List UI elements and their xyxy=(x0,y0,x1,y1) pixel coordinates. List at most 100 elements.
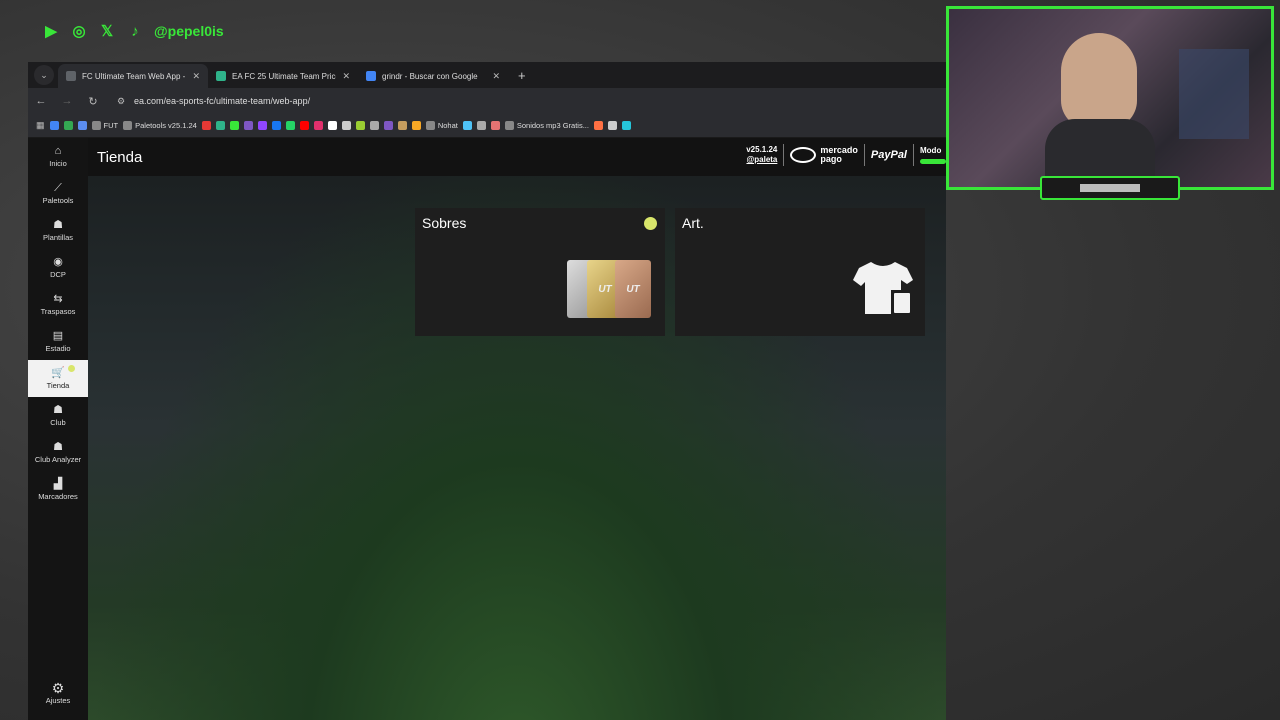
bookmark-item[interactable] xyxy=(490,121,500,130)
sidebar-item-label: Paletools xyxy=(42,196,74,205)
mercadopago-link[interactable]: mercado pago xyxy=(790,146,858,164)
bookmark-favicon xyxy=(327,121,337,130)
browser-tab[interactable]: grindr - Buscar con Google ✕ xyxy=(358,64,508,88)
paletools-icon: ⟋ xyxy=(54,182,62,194)
bookmark-item[interactable] xyxy=(257,121,267,130)
gear-icon: ⚙ xyxy=(51,680,65,696)
forward-icon[interactable]: → xyxy=(60,95,74,107)
sponsors: v25.1.24 @paleta mercado pago PayPal Mod… xyxy=(746,144,946,166)
bookmark-label: Paletools v25.1.24 xyxy=(135,121,197,130)
sidebar-item-paletools[interactable]: ⟋ Paletools xyxy=(28,175,88,212)
bookmark-item[interactable] xyxy=(49,121,59,130)
bookmark-item[interactable] xyxy=(341,121,351,130)
bookmark-item[interactable] xyxy=(355,121,365,130)
bookmark-item[interactable] xyxy=(383,121,393,130)
bookmark-favicon xyxy=(504,121,514,130)
sidebar-item-traspasos[interactable]: ⇆ Traspasos xyxy=(28,286,88,323)
bookmark-favicon xyxy=(593,121,603,130)
bookmark-item[interactable] xyxy=(327,121,337,130)
sidebar-item-label: Ajustes xyxy=(45,696,71,705)
sidebar-item-dcp[interactable]: ◉ DCP xyxy=(28,249,88,286)
paypal-link[interactable]: PayPal xyxy=(871,149,907,161)
bookmark-item[interactable]: FUT xyxy=(91,121,118,130)
page-title: Tienda xyxy=(97,148,143,166)
bookmark-favicon xyxy=(355,121,365,130)
new-tab-icon[interactable]: + xyxy=(508,68,536,88)
packs-icon: UT UT xyxy=(567,260,651,320)
webcam-background-object xyxy=(1179,49,1249,139)
bookmark-item[interactable] xyxy=(369,121,379,130)
apps-icon[interactable]: ▦ xyxy=(36,120,45,131)
bookmark-favicon xyxy=(201,121,211,130)
streamer-nameplate xyxy=(1040,176,1180,200)
youtube-icon: ▶ xyxy=(45,23,57,40)
bookmark-item[interactable] xyxy=(299,121,309,130)
bookmark-favicon xyxy=(621,121,631,130)
browser-window: ⌄ FC Ultimate Team Web App - E ✕ EA FC 25 … xyxy=(28,62,946,720)
social-links: ▶ ◎ 𝕏 ♪ @pepel0is xyxy=(40,20,223,42)
mp-line2: pago xyxy=(820,154,842,164)
bookmark-item[interactable] xyxy=(621,121,631,130)
reload-icon[interactable]: ↻ xyxy=(86,95,100,108)
close-icon[interactable]: ✕ xyxy=(492,71,500,82)
bookmark-item[interactable] xyxy=(229,121,239,130)
sidebar-item-club-analyzer[interactable]: ☗ Club Analyzer xyxy=(28,434,88,471)
back-icon[interactable]: ← xyxy=(34,95,48,107)
mode-toggle[interactable]: Modo xyxy=(920,146,946,164)
bookmark-item[interactable] xyxy=(313,121,323,130)
browser-tab[interactable]: FC Ultimate Team Web App - E ✕ xyxy=(58,64,208,88)
main-content: Tienda v25.1.24 @paleta mercado pago Pay… xyxy=(88,138,946,720)
sidebar-item-label: Inicio xyxy=(49,159,67,168)
bookmark-favicon xyxy=(411,121,421,130)
bookmark-item[interactable] xyxy=(411,121,421,130)
bookmark-item[interactable]: Sonidos mp3 Gratis... xyxy=(504,121,589,130)
tab-search-icon[interactable]: ⌄ xyxy=(34,65,54,85)
sidebar-item-label: DCP xyxy=(50,270,66,279)
bookmark-favicon xyxy=(123,121,133,130)
bookmark-item[interactable]: Nohat xyxy=(425,121,458,130)
bookmark-favicon xyxy=(49,121,59,130)
bookmark-item[interactable] xyxy=(215,121,225,130)
bookmark-item[interactable] xyxy=(201,121,211,130)
bookmark-item[interactable] xyxy=(607,121,617,130)
tab-favicon xyxy=(366,71,376,81)
tab-favicon xyxy=(216,71,226,81)
close-icon[interactable]: ✕ xyxy=(342,71,350,82)
bookmark-item[interactable] xyxy=(271,121,281,130)
tab-title: EA FC 25 Ultimate Team Prices, xyxy=(232,71,337,81)
bookmark-favicon xyxy=(425,121,435,130)
bookmark-favicon xyxy=(299,121,309,130)
bookmark-favicon xyxy=(397,121,407,130)
bookmark-item[interactable] xyxy=(77,121,87,130)
sidebar-item-inicio[interactable]: ⌂ Inicio xyxy=(28,138,88,175)
bookmark-favicon xyxy=(243,121,253,130)
bookmark-item[interactable] xyxy=(476,121,486,130)
bookmark-item[interactable] xyxy=(593,121,603,130)
bookmark-item[interactable] xyxy=(462,121,472,130)
url-field[interactable]: ⚙ ea.com/ea-sports-fc/ultimate-team/web-… xyxy=(112,91,940,111)
sidebar-item-ajustes[interactable]: ⚙ Ajustes xyxy=(28,675,88,712)
traspasos-icon: ⇆ xyxy=(53,293,63,305)
bookmark-favicon xyxy=(77,121,87,130)
version-handle-link[interactable]: @paleta xyxy=(746,155,777,165)
sidebar-item-club[interactable]: ☗ Club xyxy=(28,397,88,434)
browser-tab[interactable]: EA FC 25 Ultimate Team Prices, ✕ xyxy=(208,64,358,88)
sidebar-item-marcadores[interactable]: ▟ Marcadores xyxy=(28,471,88,508)
bookmark-item[interactable] xyxy=(285,121,295,130)
sidebar-item-plantillas[interactable]: ☗ Plantillas xyxy=(28,212,88,249)
mode-switch[interactable] xyxy=(920,159,946,164)
card-articulos[interactable]: Art. xyxy=(675,208,925,336)
bookmark-item[interactable] xyxy=(63,121,73,130)
bookmark-item[interactable]: Paletools v25.1.24 xyxy=(123,121,197,130)
close-icon[interactable]: ✕ xyxy=(192,71,200,82)
site-info-icon[interactable]: ⚙ xyxy=(114,96,128,107)
bookmark-favicon xyxy=(229,121,239,130)
bookmark-item[interactable] xyxy=(397,121,407,130)
bookmark-item[interactable] xyxy=(243,121,253,130)
notification-dot xyxy=(68,365,75,372)
sidebar-item-label: Club xyxy=(50,418,66,427)
sidebar-item-estadio[interactable]: ▤ Estadio xyxy=(28,323,88,360)
sidebar-item-tienda[interactable]: 🛒 Tienda xyxy=(28,360,88,397)
card-sobres[interactable]: Sobres UT UT xyxy=(415,208,665,336)
plantillas-icon: ☗ xyxy=(53,219,63,231)
